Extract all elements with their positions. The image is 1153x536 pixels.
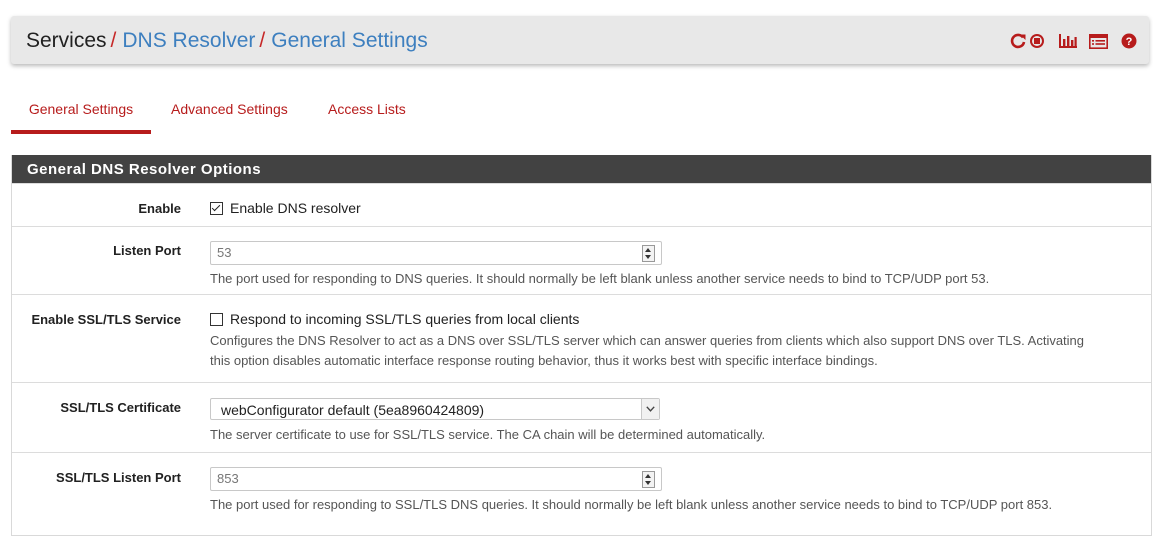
listen-port-input[interactable]: 53 bbox=[210, 241, 662, 265]
stop-icon[interactable] bbox=[1029, 33, 1045, 49]
listen-port-label: Listen Port bbox=[113, 243, 181, 258]
tab-access-lists[interactable]: Access Lists bbox=[328, 86, 406, 131]
row-enable: Enable Enable DNS resolver bbox=[12, 183, 1151, 227]
header-icons: ? bbox=[1010, 30, 1137, 52]
ssl-service-checkbox-line: Respond to incoming SSL/TLS queries from… bbox=[210, 311, 1141, 327]
chevron-down-icon[interactable] bbox=[641, 399, 659, 419]
enable-dns-resolver-label: Enable DNS resolver bbox=[230, 200, 361, 216]
tab-general-settings[interactable]: General Settings bbox=[11, 86, 151, 134]
svg-text:?: ? bbox=[1126, 36, 1133, 48]
row-ssl-certificate: SSL/TLS Certificate webConfigurator defa… bbox=[12, 382, 1151, 453]
panel-title: General DNS Resolver Options bbox=[12, 155, 1151, 183]
status-graph-icon[interactable] bbox=[1058, 33, 1078, 49]
page-header: Services / DNS Resolver / General Settings bbox=[11, 16, 1149, 64]
breadcrumb-separator: / bbox=[259, 29, 266, 52]
ssl-listen-port-label: SSL/TLS Listen Port bbox=[56, 470, 181, 485]
ssl-service-checkbox[interactable] bbox=[210, 312, 223, 326]
ssl-listen-port-help: The port used for responding to SSL/TLS … bbox=[210, 497, 1053, 512]
listen-port-placeholder: 53 bbox=[217, 245, 232, 260]
breadcrumb: Services / DNS Resolver / General Settings bbox=[26, 28, 428, 54]
ssl-listen-port-input[interactable]: 853 bbox=[210, 467, 662, 491]
ssl-certificate-help: The server certificate to use for SSL/TL… bbox=[210, 427, 766, 442]
ssl-service-help-line2: this option disables automatic interface… bbox=[210, 353, 878, 368]
breadcrumb-dns-resolver[interactable]: DNS Resolver bbox=[122, 29, 255, 52]
ssl-service-help: Configures the DNS Resolver to act as a … bbox=[210, 331, 1141, 371]
enable-dns-resolver-checkbox[interactable] bbox=[210, 201, 223, 215]
ssl-service-checkbox-label: Respond to incoming SSL/TLS queries from… bbox=[230, 311, 580, 327]
enable-label: Enable bbox=[138, 201, 181, 216]
breadcrumb-services: Services bbox=[26, 29, 107, 52]
breadcrumb-separator: / bbox=[110, 29, 117, 52]
breadcrumb-general-settings[interactable]: General Settings bbox=[271, 29, 427, 52]
listen-port-spinner[interactable] bbox=[642, 245, 655, 262]
ssl-listen-port-placeholder: 853 bbox=[217, 471, 239, 486]
ssl-listen-port-spinner[interactable] bbox=[642, 471, 655, 488]
ssl-certificate-label: SSL/TLS Certificate bbox=[60, 400, 181, 415]
listen-port-help: The port used for responding to DNS quer… bbox=[210, 271, 990, 286]
tab-bar: General Settings Advanced Settings Acces… bbox=[11, 86, 1150, 134]
row-ssl-listen-port: SSL/TLS Listen Port 853 The port used fo… bbox=[12, 452, 1151, 536]
log-icon[interactable] bbox=[1089, 33, 1108, 49]
row-listen-port: Listen Port 53 The port used for respond… bbox=[12, 226, 1151, 295]
tab-advanced-settings[interactable]: Advanced Settings bbox=[171, 86, 288, 131]
row-ssl-service: Enable SSL/TLS Service Respond to incomi… bbox=[12, 294, 1151, 383]
general-options-panel: General DNS Resolver Options Enable Enab… bbox=[11, 155, 1152, 536]
ssl-service-help-line1: Configures the DNS Resolver to act as a … bbox=[210, 333, 1085, 348]
ssl-service-label: Enable SSL/TLS Service bbox=[31, 312, 181, 327]
restart-icon[interactable] bbox=[1010, 33, 1026, 49]
help-icon[interactable]: ? bbox=[1121, 33, 1137, 49]
enable-checkbox-line: Enable DNS resolver bbox=[210, 200, 1141, 216]
ssl-certificate-selected: webConfigurator default (5ea8960424809) bbox=[221, 402, 485, 418]
ssl-certificate-select[interactable]: webConfigurator default (5ea8960424809) bbox=[210, 398, 660, 420]
